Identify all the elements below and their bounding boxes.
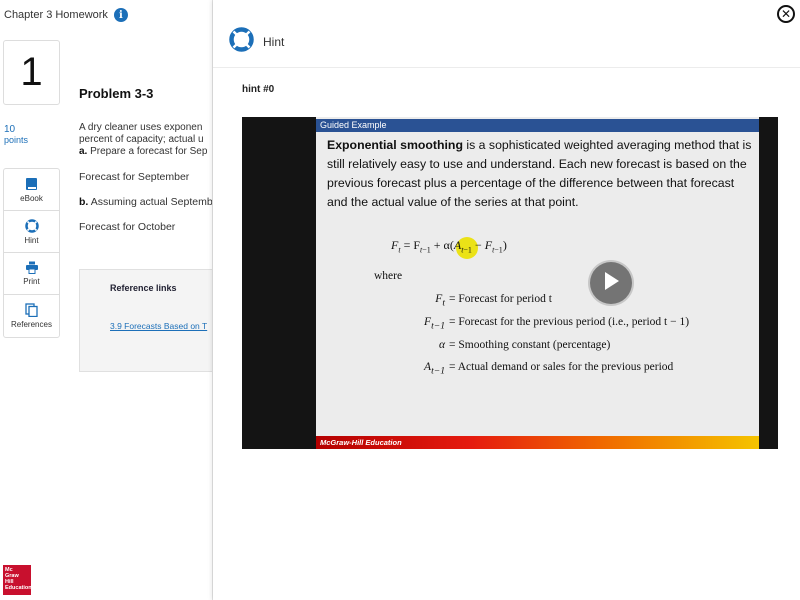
slide-footer: McGraw-Hill Education (316, 436, 759, 449)
smoothing-formula: Ft = Ft−1 + α(At−1 − Ft−1) (391, 238, 507, 255)
reference-link[interactable]: 3.9 Forecasts Based on T (110, 321, 207, 331)
points: 10 points (4, 124, 28, 146)
homework-title: Chapter 3 Homework i (4, 8, 128, 22)
info-icon[interactable]: i (113, 8, 128, 22)
lifebuoy-icon (24, 218, 39, 233)
problem-part-b: b. Assuming actual Septemb (79, 196, 213, 208)
slide-bold-term: Exponential smoothing (327, 138, 463, 152)
play-button[interactable] (588, 260, 634, 306)
part-a-label: a. (79, 146, 88, 157)
definition-row: Ft−1 = Forecast for the previous period (… (424, 315, 690, 332)
tool-references-label: References (11, 320, 52, 329)
definition-row: At−1 = Actual demand or sales for the pre… (424, 361, 674, 377)
question-number: 1 (3, 40, 60, 105)
printer-icon (25, 261, 39, 274)
forecast-october-label: Forecast for October (79, 221, 176, 233)
problem-line-2: percent of capacity; actual u (79, 134, 204, 145)
definition-row: Ft = Forecast for period t (435, 293, 552, 309)
part-b-text: Assuming actual Septemb (90, 196, 213, 208)
slide-header: Guided Example (316, 119, 759, 132)
homework-panel: Chapter 3 Homework i 1 10 points eBook H… (0, 0, 213, 600)
lifebuoy-icon (229, 27, 254, 57)
where-label: where (374, 270, 403, 282)
tool-print-label: Print (23, 277, 40, 286)
mcgraw-hill-logo: Mc Graw Hill Education (3, 565, 32, 595)
close-icon: ✕ (780, 7, 792, 21)
hint-number: hint #0 (242, 84, 275, 95)
play-icon (602, 271, 620, 296)
hint-header: Hint ✕ (213, 0, 800, 68)
points-value: 10 (4, 124, 16, 135)
homework-title-text: Chapter 3 Homework (4, 9, 108, 21)
part-b-label: b. (79, 196, 89, 208)
problem-statement: A dry cleaner uses exponen percent of ca… (79, 122, 212, 158)
tools-panel: eBook Hint Print References (3, 168, 60, 338)
close-button[interactable]: ✕ (777, 5, 795, 23)
reference-links-box: Reference links 3.9 Forecasts Based on T (79, 269, 212, 372)
video-slide: Guided Example Exponential smoothing is … (316, 117, 759, 449)
tool-ebook[interactable]: eBook (4, 169, 59, 211)
problem-part-a: a. Prepare a forecast for Sep (79, 146, 212, 158)
problem-title: Problem 3-3 (79, 86, 154, 101)
tool-references[interactable]: References (4, 295, 59, 337)
points-label: points (4, 135, 29, 145)
part-a-text: Prepare a forecast for Sep (90, 146, 208, 157)
problem-line-1: A dry cleaner uses exponen (79, 122, 203, 133)
definition-row: α = Smoothing constant (percentage) (438, 338, 611, 351)
forecast-september-label: Forecast for September (79, 171, 190, 183)
tool-ebook-label: eBook (20, 193, 43, 203)
reference-links-title: Reference links (110, 283, 177, 293)
hint-video-player[interactable]: Guided Example Exponential smoothing is … (242, 117, 778, 449)
tool-hint[interactable]: Hint (4, 211, 59, 253)
slide-body: Exponential smoothing is a sophisticated… (327, 136, 757, 212)
tool-print[interactable]: Print (4, 253, 59, 295)
hint-panel: Hint ✕ hint #0 Guided Example Exponentia… (213, 0, 800, 600)
documents-icon (25, 303, 38, 317)
definitions-list: Ft = Forecast for period t Ft−1 = Forecast… (401, 290, 689, 381)
book-icon (25, 177, 38, 191)
hint-title: Hint (263, 35, 285, 49)
tool-hint-label: Hint (24, 235, 39, 245)
